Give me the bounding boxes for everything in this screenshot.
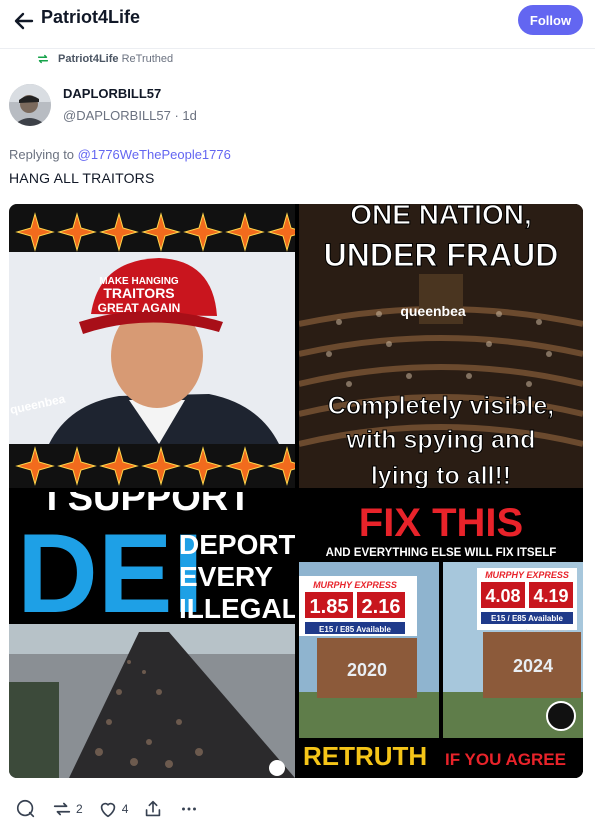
share-button[interactable]: [142, 798, 164, 820]
illegal-text: ILLEGAL: [179, 593, 295, 624]
retruth-button[interactable]: 2: [51, 798, 83, 820]
media-image-2[interactable]: ONE NATION, UNDER FRAUD queenbea Complet…: [299, 204, 583, 488]
page-title: Patriot4Life: [41, 7, 141, 27]
every-text: EVERY: [179, 561, 273, 592]
cta-if-you-agree: IF YOU AGREE: [445, 750, 566, 769]
post-text: HANG ALL TRAITORS: [9, 170, 155, 186]
like-button[interactable]: 4: [97, 798, 129, 820]
replying-to-link[interactable]: @1776WeThePeople1776: [78, 147, 231, 162]
retruth-count: 2: [76, 802, 83, 816]
header: Patriot4Life Follow: [0, 0, 595, 44]
price-2020-b: 2.16: [362, 596, 401, 618]
caption-1: Completely visible,: [328, 392, 554, 420]
media-image-4[interactable]: FIX THIS AND EVERYTHING ELSE WILL FIX IT…: [299, 492, 583, 778]
media-image-3[interactable]: I SUPPORT DEI DEPORT EVERY ILLEGAL: [9, 492, 295, 778]
reply-icon: [16, 799, 35, 818]
year-2020: 2020: [347, 660, 387, 680]
year-2024: 2024: [513, 656, 553, 676]
more-options-button[interactable]: [178, 798, 200, 820]
watermark-2: queenbea: [400, 303, 466, 319]
handle-timestamp: @DAPLORBILL57 · 1d: [63, 108, 197, 123]
hat-text-3: GREAT AGAIN: [98, 301, 181, 315]
like-count: 4: [121, 802, 129, 816]
fix-subhead: AND EVERYTHING ELSE WILL FIX ITSELF: [326, 547, 557, 559]
cta-retruth: RETRUTH: [303, 741, 427, 771]
fuel-label-2020: E15 / E85 Available: [319, 625, 391, 634]
avatar[interactable]: [9, 84, 51, 126]
replying-to: Replying to @1776WeThePeople1776: [9, 147, 231, 162]
caption-3: lying to all!!: [371, 462, 511, 488]
media-image-1[interactable]: MAKE HANGING TRAITORS GREAT AGAIN queenb…: [9, 204, 295, 488]
share-icon: [146, 800, 161, 817]
retruth-user-link[interactable]: Patriot4Life: [58, 53, 119, 65]
brand-2024: MURPHY EXPRESS: [485, 570, 569, 580]
replying-prefix: Replying to: [9, 147, 75, 162]
retruth-label: ReTruthed: [121, 53, 174, 65]
dei-text: DEI: [17, 511, 204, 636]
reply-button[interactable]: [15, 798, 37, 820]
retruth-indicator: Patriot4Life ReTruthed: [36, 51, 173, 67]
headline-1: ONE NATION,: [350, 204, 531, 230]
fuel-label-2024: E15 / E85 Available: [491, 614, 563, 623]
header-divider: [0, 48, 595, 49]
price-2024-b: 4.19: [533, 586, 568, 606]
follow-button[interactable]: Follow: [518, 5, 583, 35]
heart-icon: [100, 802, 115, 818]
fix-this-headline: FIX THIS: [359, 501, 523, 545]
price-2024-a: 4.08: [485, 586, 520, 606]
hat-text-2: TRAITORS: [103, 285, 174, 301]
media-grid: MAKE HANGING TRAITORS GREAT AGAIN queenb…: [9, 204, 583, 778]
display-name[interactable]: DAPLORBILL57: [63, 86, 161, 101]
retruth-action-icon: [53, 802, 71, 816]
retruth-icon: [37, 54, 49, 64]
more-icon: [182, 807, 197, 811]
price-2020-a: 1.85: [310, 596, 349, 618]
caption-2: with spying and: [346, 426, 536, 454]
brand-2020: MURPHY EXPRESS: [313, 580, 397, 590]
back-arrow-icon[interactable]: [12, 9, 36, 33]
action-bar: 2 4: [15, 798, 214, 820]
deport-text: DEPORT: [179, 529, 295, 560]
headline-2: UNDER FRAUD: [324, 237, 559, 273]
